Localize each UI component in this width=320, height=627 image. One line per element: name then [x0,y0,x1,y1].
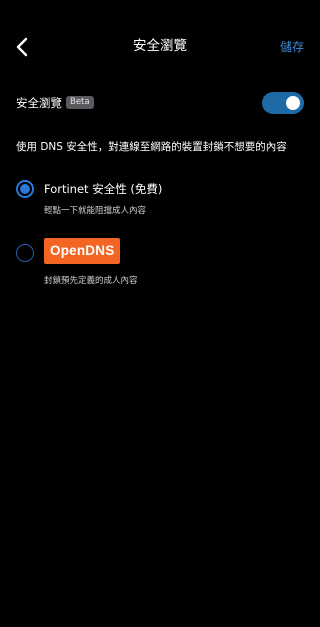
top-bar: 安全瀏覽 儲存 [0,0,320,94]
save-button[interactable]: 儲存 [280,38,304,56]
opendns-logo: OpenDNS [44,238,121,264]
safe-browsing-toggle[interactable] [262,92,304,114]
option-fortinet[interactable]: Fortinet 安全性 (免費) 輕點一下就能阻擋成人內容 [16,178,306,222]
beta-badge: Beta [66,96,94,109]
fortinet-subtitle: 輕點一下就能阻擋成人內容 [44,206,147,216]
fortinet-radio[interactable] [16,180,34,198]
safe-browsing-row: 安全瀏覽 Beta [16,92,304,114]
option-opendns[interactable]: OpenDNS 封鎖預先定義的成人內容 [16,238,306,290]
opendns-subtitle: 封鎖預先定義的成人內容 [44,276,138,286]
dns-description: 使用 DNS 安全性，對連線至網路的裝置封鎖不想要的內容 [16,141,287,153]
toggle-knob [286,96,300,110]
safe-browsing-label: 安全瀏覽 [16,96,62,110]
fortinet-title: Fortinet 安全性 (免費) [44,182,163,196]
page-title: 安全瀏覽 [133,38,187,54]
opendns-radio[interactable] [16,244,34,262]
